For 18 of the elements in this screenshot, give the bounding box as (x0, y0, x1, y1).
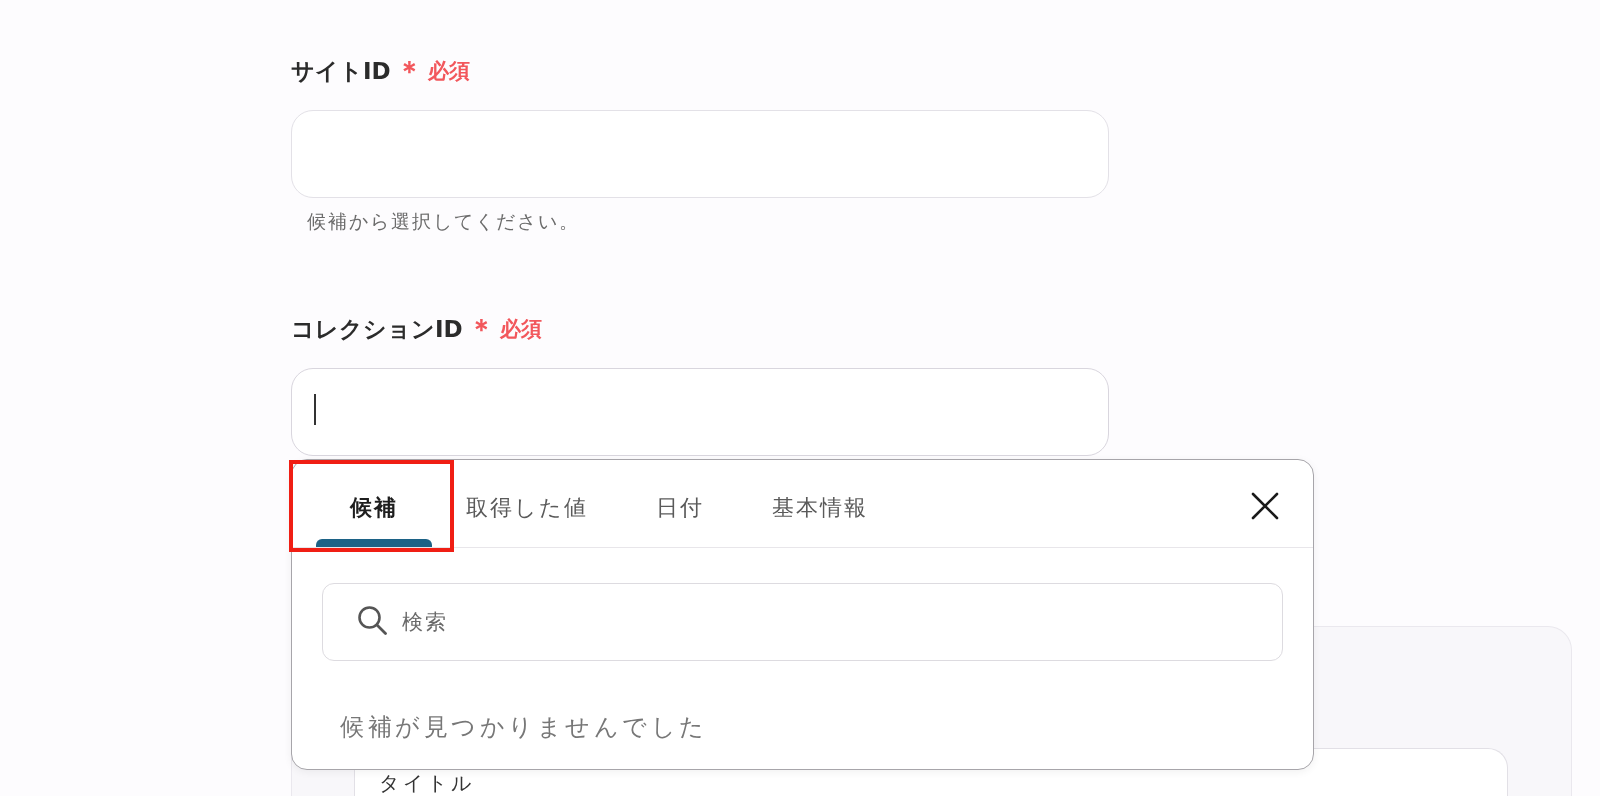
tab[interactable]: 基本情報 (738, 460, 902, 547)
input-field[interactable] (291, 368, 1109, 456)
tab[interactable]: 取得した値 (432, 460, 622, 547)
required-mark: ＊ (467, 314, 495, 344)
required-mark: ＊ (395, 56, 423, 86)
required-label: 必須 (499, 316, 542, 343)
field-label: コレクションID (291, 315, 463, 344)
tab[interactable]: 日付 (622, 460, 738, 547)
required-label: 必須 (427, 58, 470, 85)
search-icon (357, 605, 387, 635)
hint-text: 候補から選択してください。 (306, 210, 581, 232)
input-field[interactable] (291, 110, 1109, 198)
search-field[interactable]: 検索 (322, 583, 1283, 661)
empty-message: 候補が見つかりませんでした (339, 712, 709, 742)
close-icon (1250, 491, 1280, 521)
tab[interactable]: 候補 (316, 460, 432, 547)
field-label: サイトID (291, 57, 391, 86)
field-label: タイトル (379, 772, 475, 794)
